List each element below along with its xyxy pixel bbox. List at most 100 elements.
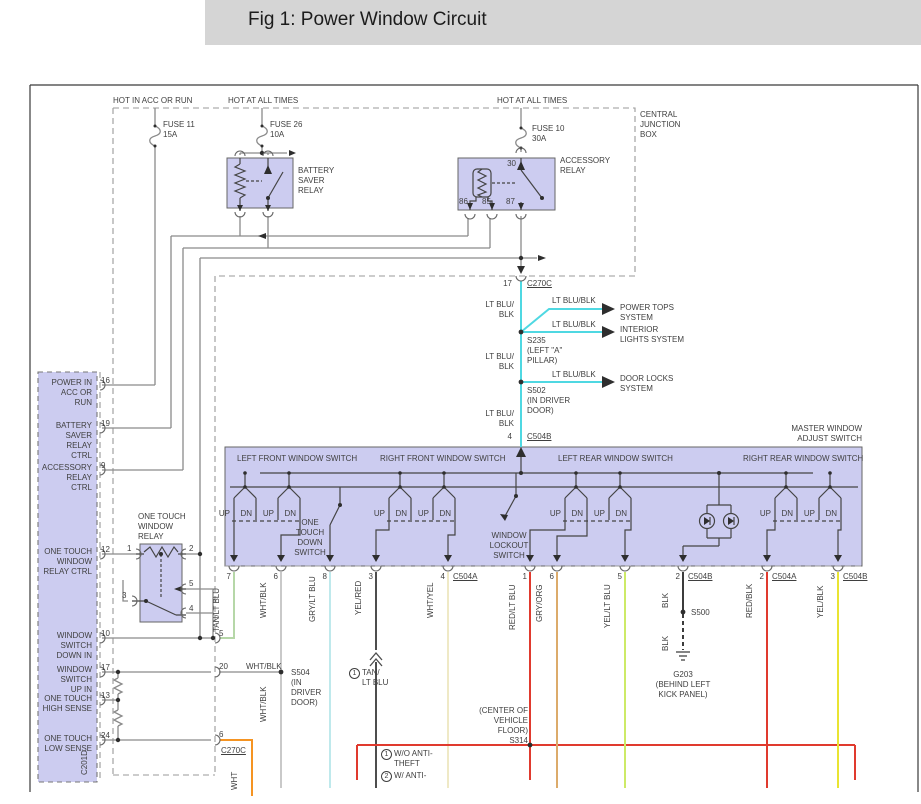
dn-label: DN	[236, 509, 252, 519]
connector-c504b: C504B	[843, 572, 867, 582]
wire-label-lt-blu-blk: LT BLU/BLK	[552, 320, 596, 330]
pin-87: 87	[506, 197, 515, 207]
connector-c504a: C504A	[772, 572, 796, 582]
pin-number: 2	[744, 572, 764, 582]
hot-in-acc-label: HOT IN ACC OR RUN	[113, 96, 192, 106]
wire-label-wht-blk: WHT/BLK	[259, 686, 269, 722]
connector-c504b: C504B	[688, 572, 712, 582]
one-touch-down-switch-label: ONETOUCHDOWNSWITCH	[292, 518, 328, 558]
relay-pin-4: 4	[189, 604, 193, 614]
sidebar-pin-19: 19	[101, 419, 110, 429]
sidebar-pin-16: 16	[101, 376, 110, 386]
sidebar-pin-13: 13	[101, 691, 110, 701]
pin-number: 6	[258, 572, 278, 582]
footnote-2-icon: 2	[381, 771, 392, 782]
pin-17: 17	[494, 279, 512, 289]
wire-label-lt-blu-blk: LT BLU/BLK	[454, 352, 514, 372]
wire-label-yel-red: YEL/RED	[354, 581, 364, 615]
sidebar-pin-12: 12	[101, 545, 110, 555]
wire-label-wht-blk: WHT/BLK	[259, 582, 269, 618]
fuse-11-label: FUSE 1115A	[163, 120, 195, 140]
window-lockout-switch-label: WINDOWLOCKOUTSWITCH	[484, 531, 534, 561]
sidebar-pin-24: 24	[101, 731, 110, 741]
pin-number: 2	[660, 572, 680, 582]
up-label: UP	[413, 509, 429, 519]
relay-pin-3: 3	[122, 591, 126, 601]
wire-label-lt-blu-blk: LT BLU/BLK	[552, 296, 596, 306]
accessory-relay-label: ACCESSORYRELAY	[560, 156, 610, 176]
wiring-diagram-canvas	[0, 0, 921, 804]
sidebar-pin-9: 9	[101, 461, 105, 471]
pin-number: 3	[815, 572, 835, 582]
fuse-26-label: FUSE 2610A	[270, 120, 302, 140]
left-front-window-switch-label: LEFT FRONT WINDOW SWITCH	[237, 454, 357, 464]
sidebar-pin-10: 10	[101, 629, 110, 639]
pin-86: 86	[459, 197, 468, 207]
right-front-window-switch-label: RIGHT FRONT WINDOW SWITCH	[380, 454, 505, 464]
connector-pin-20: 20	[219, 662, 228, 672]
wiring-diagram-page: Fig 1: Power Window Circuit	[0, 0, 921, 804]
splice-s314-label: (CENTER OFVEHICLEFLOOR)S314	[448, 706, 528, 746]
dn-label: DN	[391, 509, 407, 519]
hot-at-all-times-label: HOT AT ALL TIMES	[228, 96, 298, 106]
splice-s314	[528, 743, 533, 748]
connector-c270c: C270C	[527, 279, 552, 289]
pin-number: 1	[507, 572, 527, 582]
left-rear-window-switch-label: LEFT REAR WINDOW SWITCH	[558, 454, 673, 464]
up-label: UP	[755, 509, 771, 519]
sidebar-pin-17: 17	[101, 663, 110, 673]
master-window-adjust-switch-label: MASTER WINDOWADJUST SWITCH	[762, 424, 862, 444]
up-label: UP	[589, 509, 605, 519]
wire-label-lt-blu-blk: LT BLU/BLK	[454, 300, 514, 320]
footnote-1-icon: 1	[381, 749, 392, 760]
connector-c504a: C504A	[453, 572, 477, 582]
one-touch-window-relay-label: ONE TOUCHWINDOWRELAY	[138, 512, 186, 542]
connector-c504b: C504B	[527, 432, 551, 442]
relay-pin-2: 2	[189, 544, 193, 554]
connector-pin-5: 5	[219, 629, 223, 639]
pin-85: 85	[482, 197, 491, 207]
wire-label-tan-lt-blu-alt: TAN/LT BLU	[362, 668, 388, 688]
up-label: UP	[214, 509, 230, 519]
wire-label-wht-yel: WHT/YEL	[426, 582, 436, 618]
right-rear-window-switch-label: RIGHT REAR WINDOW SWITCH	[743, 454, 863, 464]
sidebar-window-switch-down: WINDOWSWITCHDOWN IN	[34, 631, 92, 661]
wire-label-gry-lt-blu: GRY/LT BLU	[308, 576, 318, 622]
splice-s235	[519, 330, 524, 335]
arrow-interior-lights	[602, 326, 615, 338]
wire-label-tan-lt-blu: TAN/LT BLU	[212, 588, 222, 632]
up-label: UP	[799, 509, 815, 519]
splice-s500-label: S500	[691, 608, 710, 618]
relay-pin-1: 1	[127, 544, 131, 554]
wire-label-red-blk: RED/BLK	[745, 584, 755, 618]
connector-c201d: C201D	[80, 750, 90, 775]
wire-label-yel-blk: YEL/BLK	[816, 586, 826, 618]
interior-lights-system-label: INTERIORLIGHTS SYSTEM	[620, 325, 684, 345]
wire-blk	[676, 572, 690, 660]
pin-number: 6	[534, 572, 554, 582]
relay-pin-5: 5	[189, 579, 193, 589]
pin-30: 30	[500, 159, 516, 169]
splice-s500	[681, 610, 686, 615]
sidebar-one-touch-relay-ctrl: ONE TOUCHWINDOWRELAY CTRL	[34, 547, 92, 577]
up-label: UP	[258, 509, 274, 519]
wire-label-blk: BLK	[661, 593, 671, 608]
footnote-1-icon: 1	[349, 668, 360, 679]
hot-at-all-times-label: HOT AT ALL TIMES	[497, 96, 567, 106]
sidebar-power-in-acc: POWER INACC ORRUN	[34, 378, 92, 408]
arrow-power-tops	[602, 303, 615, 315]
connector-c270c: C270C	[221, 746, 246, 756]
wire-label-yel-lt-blu: YEL/LT BLU	[603, 584, 613, 628]
splice-s502	[519, 380, 524, 385]
fuse-10-label: FUSE 1030A	[532, 124, 564, 144]
up-label: UP	[545, 509, 561, 519]
dn-label: DN	[777, 509, 793, 519]
splice-s235-label: S235(LEFT "A"PILLAR)	[527, 336, 562, 366]
wire-label-red-lt-blu: RED/LT BLU	[508, 585, 518, 631]
dn-label: DN	[567, 509, 583, 519]
pin-number: 7	[211, 572, 231, 582]
battery-saver-relay-label: BATTERYSAVERRELAY	[298, 166, 334, 196]
wire-label-gry-org: GRY/ORG	[535, 584, 545, 622]
wire-label-lt-blu-blk: LT BLU/BLK	[454, 409, 514, 429]
pin-number: 5	[602, 572, 622, 582]
